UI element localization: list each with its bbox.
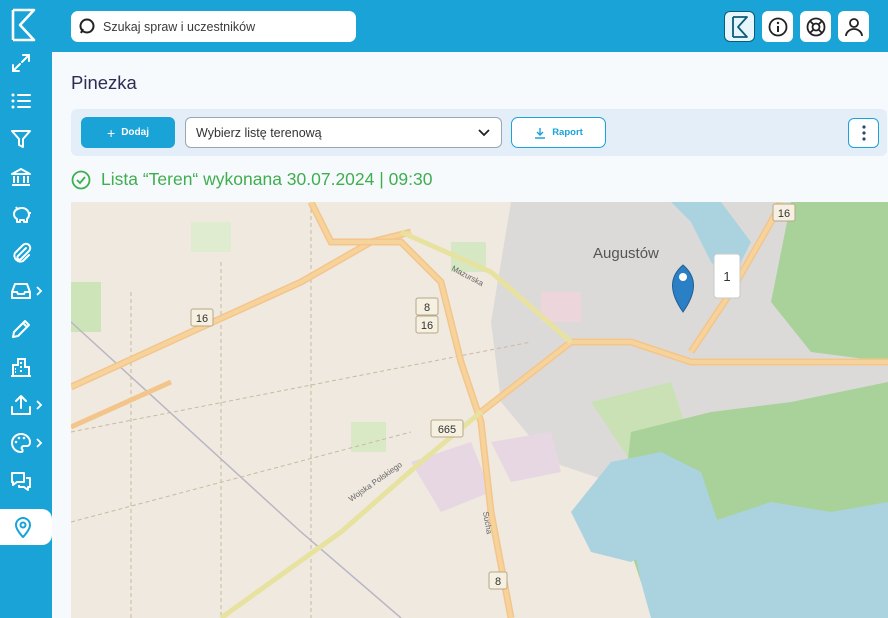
info-button[interactable] [762,11,793,42]
svg-text:8: 8 [495,576,501,588]
bank-icon [11,168,31,186]
sidebar-item-bank[interactable] [0,159,52,195]
buildings-icon [11,358,31,377]
add-button-label: Dodaj [121,127,149,138]
page-title: Pinezka [71,72,137,93]
sidebar-item-palette[interactable] [0,425,52,461]
filter-icon [11,130,31,148]
check-circle-icon [71,170,91,189]
search-input[interactable] [103,17,348,37]
sidebar-item-expand[interactable] [0,45,52,81]
user-icon [844,17,863,36]
marker-count-badge[interactable]: 1 [713,253,741,299]
road-shield: 16 [415,315,439,334]
sidebar-item-piggy-bank[interactable] [0,197,52,233]
upload-icon [11,395,31,415]
palette-icon [11,432,32,454]
svg-text:16: 16 [421,320,433,332]
info-icon [768,17,787,36]
pencil-icon [12,320,30,338]
sidebar-item-inbox[interactable] [0,273,52,309]
plus-icon: + [107,124,116,141]
map-canvas[interactable]: 16 8 16 665 16 8 Augustów Mazurska Wojsk… [71,202,888,618]
chevron-down-icon [478,129,490,137]
svg-text:16: 16 [196,313,208,325]
main-content: Pinezka + Dodaj Wybierz listę terenową R… [52,52,888,618]
svg-text:665: 665 [438,424,456,436]
road-shield: 8 [415,297,439,316]
chevron-right-icon [36,286,43,296]
completion-status-text: Lista “Teren“ wykonana 30.07.2024 | 09:3… [101,169,433,189]
completion-status: Lista “Teren“ wykonana 30.07.2024 | 09:3… [71,169,432,190]
chevron-right-icon [36,438,43,448]
field-list-select[interactable]: Wybierz listę terenową [185,117,502,148]
piggy-bank-icon [13,206,31,223]
list-icon [11,93,31,109]
help-button[interactable] [800,11,831,42]
app-home-button[interactable] [724,11,755,42]
svg-text:8: 8 [424,302,430,314]
road-shield: 665 [430,419,464,438]
chevron-right-icon [36,400,43,410]
sidebar-item-edit[interactable] [0,311,52,347]
sidebar-item-filter[interactable] [0,121,52,157]
report-button-label: Raport [552,127,583,138]
toolbar: + Dodaj Wybierz listę terenową Raport [71,109,887,156]
download-icon [535,127,546,139]
more-vertical-icon [861,125,866,141]
map-view[interactable]: 16 8 16 665 16 8 Augustów Mazurska Wojsk… [71,202,888,618]
user-button[interactable] [838,11,869,42]
search-box[interactable] [71,11,356,42]
add-button[interactable]: + Dodaj [81,117,175,148]
sidebar-item-buildings[interactable] [0,349,52,385]
sidebar-item-chat[interactable] [0,463,52,499]
sidebar-item-attachment[interactable] [0,235,52,271]
location-pin-icon [14,517,32,538]
chat-icon [11,472,31,491]
road-shield: 16 [772,203,796,222]
inbox-icon [11,283,31,299]
app-logo[interactable] [10,8,38,42]
map-town-label: Augustów [593,245,659,262]
more-options-button[interactable] [848,118,879,148]
sidebar [0,0,52,618]
sidebar-item-list[interactable] [0,83,52,119]
svg-text:1: 1 [723,269,730,284]
search-icon [79,18,95,34]
sidebar-item-location[interactable] [0,509,52,545]
report-button[interactable]: Raport [511,117,606,148]
app-logo-icon [731,15,748,38]
sidebar-item-upload[interactable] [0,387,52,423]
road-shield: 8 [488,571,508,590]
svg-text:16: 16 [778,208,790,220]
field-list-select-value: Wybierz listę terenową [196,126,322,140]
road-shield: 16 [190,308,214,327]
expand-icon [12,54,30,72]
top-bar [52,0,888,52]
attachment-icon [13,242,32,263]
lifebuoy-icon [806,17,825,36]
